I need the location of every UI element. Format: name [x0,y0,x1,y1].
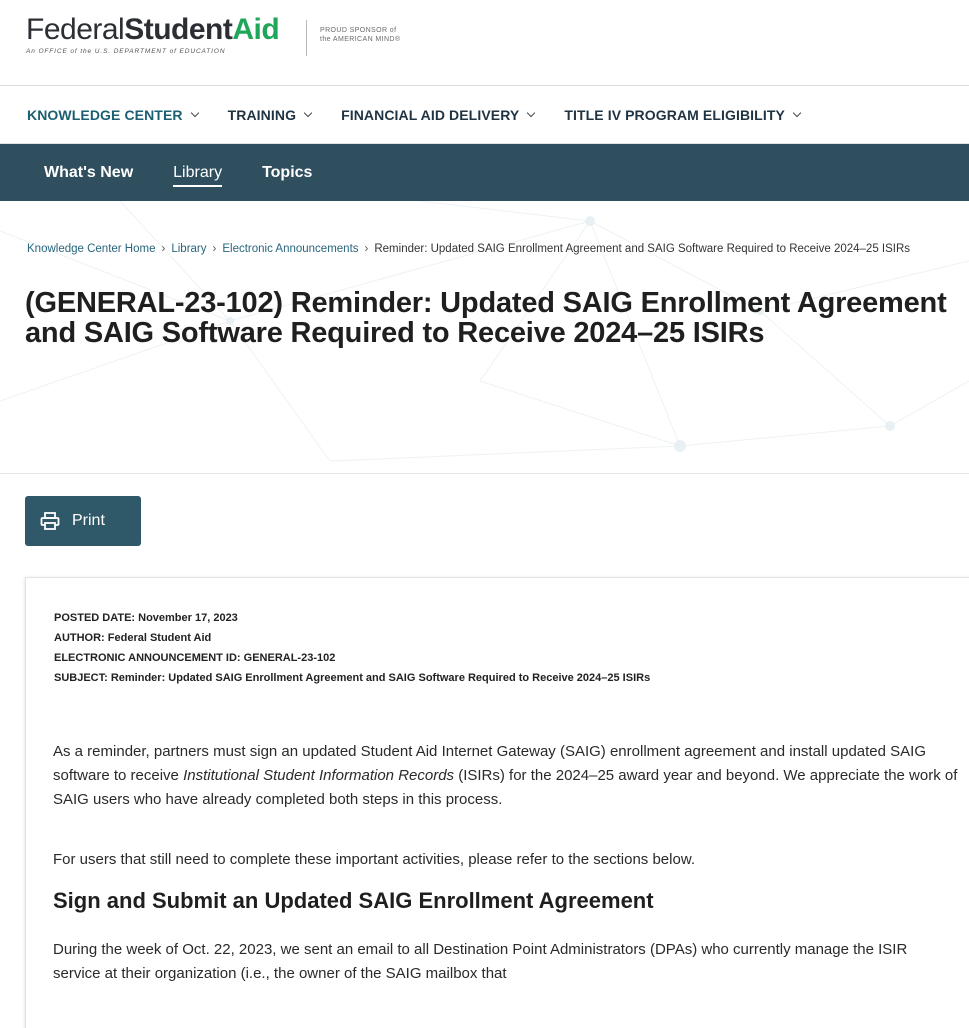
primary-nav: KNOWLEDGE CENTER TRAINING FINANCIAL AID … [0,86,969,144]
logo-student-text: Student [124,13,233,46]
print-button-label: Print [72,512,105,529]
section-heading: Sign and Submit an Updated SAIG Enrollme… [53,888,654,913]
announcement-meta: POSTED DATE: November 17, 2023 AUTHOR: F… [54,608,650,688]
chevron-right-icon: › [161,243,166,255]
breadcrumb-current: Reminder: Updated SAIG Enrollment Agreem… [374,243,911,255]
announcement-id: ELECTRONIC ANNOUNCEMENT ID: GENERAL-23-1… [54,652,336,664]
secondary-nav: What's New Library Topics [0,144,969,201]
subnav-whats-new[interactable]: What's New [44,158,133,188]
breadcrumb: Knowledge Center Home › Library › Electronic… [27,243,910,255]
subnav-topics[interactable]: Topics [262,158,312,188]
breadcrumb-electronic-announcements[interactable]: Electronic Announcements [222,243,358,255]
nav-financial-aid-delivery[interactable]: FINANCIAL AID DELIVERY [341,106,536,123]
fsa-logo[interactable]: FederalStudentAid An OFFICE of the U.S. … [26,13,280,56]
site-header: FederalStudentAid An OFFICE of the U.S. … [0,0,969,86]
subnav-library[interactable]: Library [173,158,223,187]
sponsor-line-1: PROUD SPONSOR of [320,27,397,34]
sponsor-tagline: PROUD SPONSOR of the AMERICAN MIND® [320,26,400,44]
nav-label: TRAINING [227,106,297,123]
paragraph-2: For users that still need to complete th… [53,851,695,868]
subject: SUBJECT: Reminder: Updated SAIG Enrollme… [54,672,651,684]
logo-federal-text: Federal [26,13,125,46]
chevron-down-icon [303,108,313,117]
chevron-right-icon: › [212,243,217,255]
chevron-right-icon: › [364,243,369,255]
paragraph-1: As a reminder, partners must sign an upd… [53,740,958,812]
logo-subtitle: An OFFICE of the U.S. DEPARTMENT of EDUC… [26,48,226,55]
chevron-down-icon [190,108,199,117]
posted-date: POSTED DATE: November 17, 2023 [54,612,238,624]
nav-label: KNOWLEDGE CENTER [27,106,183,123]
paragraph-1-italic: Institutional Student Information Record… [183,767,455,784]
chevron-down-icon [527,108,536,117]
nav-label: TITLE IV PROGRAM ELIGIBILITY [564,106,785,123]
nav-label: FINANCIAL AID DELIVERY [341,106,520,123]
author: AUTHOR: Federal Student Aid [54,632,212,644]
nav-training[interactable]: TRAINING [227,106,313,123]
nav-knowledge-center[interactable]: KNOWLEDGE CENTER [27,106,199,123]
print-button[interactable]: Print [25,496,141,546]
logo-aid-text: Aid [232,13,280,46]
printer-icon [40,512,60,530]
breadcrumb-library[interactable]: Library [171,243,206,255]
sponsor-line-2: the AMERICAN MIND® [320,36,401,43]
page-hero: Knowledge Center Home › Library › Electronic… [0,201,969,474]
page-title: (GENERAL-23-102) Reminder: Updated SAIG … [25,287,947,349]
chevron-down-icon [792,108,802,117]
paragraph-3: During the week of Oct. 22, 2023, we sen… [53,941,908,982]
logo-divider [306,20,307,56]
announcement-card: POSTED DATE: November 17, 2023 AUTHOR: F… [25,577,969,1028]
breadcrumb-knowledge-center-home[interactable]: Knowledge Center Home [27,243,156,255]
nav-title-iv-eligibility[interactable]: TITLE IV PROGRAM ELIGIBILITY [564,106,802,123]
